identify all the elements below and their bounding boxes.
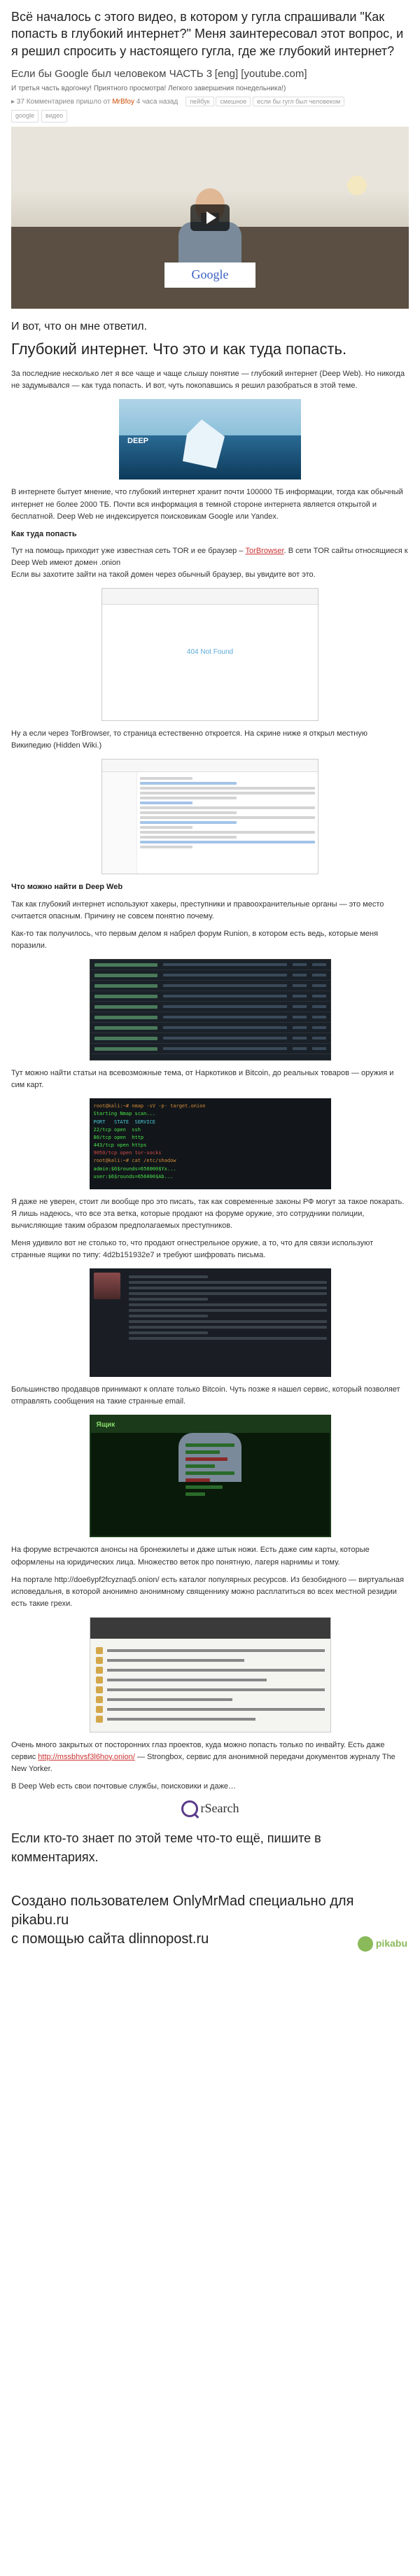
paragraph: Меня удивило вот не столько то, что прод…	[11, 1238, 409, 1261]
video-title-row: Если бы Google был человеком ЧАСТЬ 3 [en…	[11, 66, 409, 83]
error-message: 404 Not Found	[102, 605, 318, 657]
paragraph: Я даже не уверен, стоит ли вообще про эт…	[11, 1196, 409, 1232]
video-title[interactable]: Если бы Google был человеком ЧАСТЬ 3	[11, 68, 212, 80]
paragraph: Тут на помощь приходит уже известная сет…	[11, 545, 409, 581]
deep-label: DEEP	[127, 435, 148, 447]
tag-list: google видео	[11, 110, 409, 122]
play-icon[interactable]	[190, 204, 230, 231]
paragraph: В интернете бытует мнение, что глубокий …	[11, 486, 409, 522]
video-player[interactable]: Google	[11, 127, 409, 309]
paragraph: На форуме встречаются анонсы на бронежил…	[11, 1544, 409, 1568]
paragraph: Как-то так получилось, что первым делом …	[11, 928, 409, 952]
paragraph: Очень много закрытых от посторонних глаз…	[11, 1740, 409, 1775]
comments-count[interactable]: ▸ 37 Комментариев пришло от	[11, 98, 111, 106]
sub-heading: Как туда попасть	[11, 528, 409, 540]
paragraph: Так как глубокий интернет используют хак…	[11, 899, 409, 923]
strongbox-link[interactable]: http://mssbhvsf3l6hoy.onion/	[38, 1753, 135, 1761]
mailbox-header: Ящик	[91, 1416, 330, 1433]
intro-note: И вот, что он мне ответил.	[11, 318, 409, 335]
paragraph: Большинство продавцов принимают к оплате…	[11, 1384, 409, 1408]
pikabu-logo: pikabu	[358, 1936, 407, 1952]
google-sign: Google	[164, 262, 255, 288]
author-link[interactable]: MrBfoy	[112, 98, 134, 106]
cat-tag[interactable]: если бы гугл был человеком	[253, 97, 344, 106]
article-heading: Глубокий интернет. Что это и как туда по…	[11, 340, 409, 359]
sub-heading: Что можно найти в Deep Web	[11, 881, 409, 893]
video-description: И третья часть вдогонку! Приятного просм…	[11, 83, 409, 94]
tag[interactable]: видео	[41, 110, 67, 122]
paragraph: Тут можно найти статьи на всевозможные т…	[11, 1068, 409, 1091]
paragraph: За последние несколько лет я все чаще и …	[11, 368, 409, 392]
cat-tag[interactable]: пейбук	[186, 97, 214, 106]
torsearch-text: rSearch	[201, 1799, 239, 1818]
video-meta: ▸ 37 Комментариев пришло от MrBfoy 4 час…	[11, 97, 409, 107]
video-subtitle: [eng] [youtube.com]	[215, 68, 307, 80]
cat-tag[interactable]: смешное	[216, 97, 251, 106]
paragraph: На портале http://doe6ypf2fcyznaq5.onion…	[11, 1574, 409, 1610]
listing-image	[90, 1268, 331, 1377]
mailbox-image: Ящик	[90, 1415, 331, 1537]
torbrowser-link[interactable]: TorBrowser	[246, 547, 284, 555]
forum-image	[90, 959, 331, 1060]
catalog-image	[90, 1617, 331, 1732]
hidden-wiki-image	[102, 759, 318, 874]
browser-error-image: 404 Not Found	[102, 588, 318, 721]
terminal-image: root@kali:~# nmap -sV -p- target.onion S…	[90, 1098, 331, 1189]
iceberg-image: DEEP	[119, 399, 301, 479]
tag[interactable]: google	[11, 110, 38, 122]
time-ago: 4 часа назад	[136, 98, 178, 106]
paragraph: Ну а если через TorBrowser, то страница …	[11, 728, 409, 752]
torsearch-logo: rSearch	[147, 1798, 273, 1819]
intro-text: Всё началось с этого видео, в котором у …	[11, 8, 409, 59]
paragraph: В Deep Web есть свои почтовые службы, по…	[11, 1781, 409, 1793]
call-to-action: Если кто-то знает по этой теме что-то ещ…	[11, 1829, 409, 1867]
search-icon	[181, 1800, 198, 1817]
